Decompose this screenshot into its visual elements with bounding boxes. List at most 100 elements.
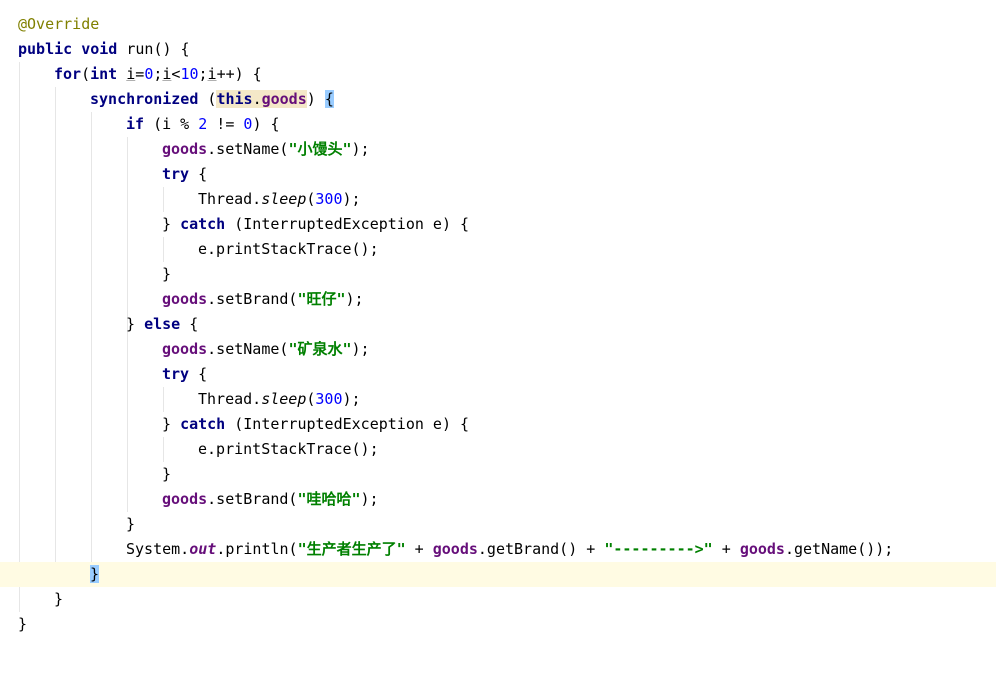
code-token: } (162, 415, 181, 433)
code-token: System. (126, 540, 190, 558)
code-token: ( (198, 90, 217, 108)
code-line[interactable]: goods.setBrand("哇哈哈"); (0, 487, 996, 512)
code-token: ); (351, 340, 370, 358)
code-token: run() { (117, 40, 190, 58)
code-line[interactable]: } (0, 612, 996, 637)
code-line[interactable]: System.out.println("生产者生产了" + goods.getB… (0, 537, 996, 562)
code-token: + (712, 540, 740, 558)
code-line[interactable]: try { (0, 362, 996, 387)
code-token: ( (81, 65, 91, 83)
field-token: goods (162, 140, 208, 158)
code-token: ); (360, 490, 379, 508)
keyword-token: try (162, 165, 190, 183)
number-token: 300 (315, 390, 343, 408)
code-token: .println( (216, 540, 298, 558)
code-token: .setName( (207, 340, 289, 358)
code-line[interactable]: try { (0, 162, 996, 187)
code-token: Thread. (198, 390, 262, 408)
keyword-token: void (81, 40, 118, 58)
keyword-token: synchronized (90, 90, 199, 108)
string-token: "小馒头" (288, 140, 352, 158)
method-token: sleep (261, 190, 307, 208)
code-line[interactable]: } catch (InterruptedException e) { (0, 212, 996, 237)
field-token: goods (162, 490, 208, 508)
code-line[interactable]: public void run() { (0, 37, 996, 62)
code-line[interactable]: e.printStackTrace(); (0, 237, 996, 262)
code-token: } (54, 590, 64, 608)
field-token: goods (739, 540, 785, 558)
code-line[interactable]: for(int i=0;i<10;i++) { (0, 62, 996, 87)
code-editor[interactable]: @Override public void run() { for(int i=… (0, 0, 996, 653)
static-field-token: out (189, 540, 217, 558)
annotation-token: @Override (18, 15, 100, 33)
keyword-token: for (54, 65, 82, 83)
code-line[interactable]: e.printStackTrace(); (0, 437, 996, 462)
code-token: } (162, 465, 172, 483)
keyword-token: try (162, 365, 190, 383)
code-token: e.printStackTrace(); (198, 240, 379, 258)
code-token: ); (342, 390, 361, 408)
sync-target-highlight: this.goods (216, 90, 307, 108)
code-line[interactable]: Thread.sleep(300); (0, 387, 996, 412)
code-token: { (189, 165, 208, 183)
code-token: ); (351, 140, 370, 158)
number-token: 2 (198, 115, 208, 133)
code-token: . (252, 90, 262, 108)
string-token: "生产者生产了" (297, 540, 406, 558)
code-line[interactable]: goods.setBrand("旺仔"); (0, 287, 996, 312)
code-token: .setBrand( (207, 290, 298, 308)
code-token: ) (306, 90, 325, 108)
code-token: (i % (144, 115, 199, 133)
string-token: "旺仔" (297, 290, 346, 308)
code-token: (InterruptedException e) { (225, 415, 470, 433)
code-token: .setBrand( (207, 490, 298, 508)
field-token: goods (261, 90, 307, 108)
code-token: ++) { (216, 65, 262, 83)
current-code-line[interactable]: } (0, 562, 996, 587)
code-line[interactable]: Thread.sleep(300); (0, 187, 996, 212)
code-token: } (162, 265, 172, 283)
code-token: Thread. (198, 190, 262, 208)
matched-brace: { (324, 90, 334, 108)
code-token: ); (342, 190, 361, 208)
code-token: { (180, 315, 199, 333)
keyword-token: if (126, 115, 145, 133)
code-line[interactable]: @Override (0, 12, 996, 37)
code-token: .getBrand() + (477, 540, 605, 558)
code-token: } (126, 515, 136, 533)
keyword-token: else (144, 315, 181, 333)
code-line[interactable]: } (0, 262, 996, 287)
code-token: .setName( (207, 140, 289, 158)
code-token: = (135, 65, 145, 83)
keyword-token: public (18, 40, 73, 58)
field-token: goods (162, 290, 208, 308)
code-token: ) { (252, 115, 280, 133)
string-token: "--------->" (604, 540, 713, 558)
code-line[interactable]: } catch (InterruptedException e) { (0, 412, 996, 437)
number-token: 0 (144, 65, 154, 83)
code-token: } (162, 215, 181, 233)
variable-token: i (207, 65, 217, 83)
code-line[interactable]: if (i % 2 != 0) { (0, 112, 996, 137)
matched-brace: } (90, 565, 100, 583)
keyword-token: catch (180, 415, 226, 433)
code-token: .getName()); (784, 540, 894, 558)
code-line[interactable]: } (0, 587, 996, 612)
code-line[interactable]: } (0, 462, 996, 487)
code-token: ); (345, 290, 364, 308)
keyword-token: this (216, 90, 253, 108)
code-token: } (18, 615, 28, 633)
code-token: + (405, 540, 433, 558)
code-line[interactable]: goods.setName("小馒头"); (0, 137, 996, 162)
keyword-token: catch (180, 215, 226, 233)
code-line[interactable]: synchronized (this.goods) { (0, 87, 996, 112)
code-line[interactable]: } (0, 512, 996, 537)
code-token: } (126, 315, 145, 333)
field-token: goods (432, 540, 478, 558)
method-token: sleep (261, 390, 307, 408)
code-line[interactable]: } else { (0, 312, 996, 337)
code-token: (InterruptedException e) { (225, 215, 470, 233)
code-token: { (189, 365, 208, 383)
code-line[interactable]: goods.setName("矿泉水"); (0, 337, 996, 362)
